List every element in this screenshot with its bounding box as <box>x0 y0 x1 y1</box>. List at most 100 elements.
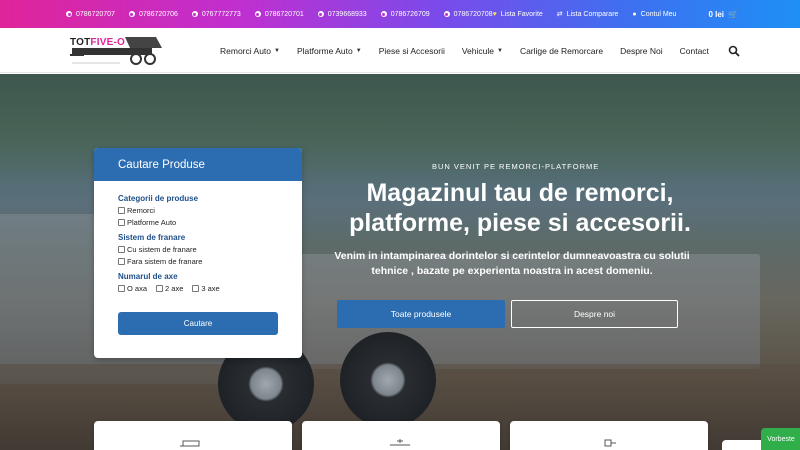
nav-contact[interactable]: Contact <box>680 46 709 56</box>
cart-icon: 🛒 <box>728 9 738 19</box>
compare-link[interactable]: ⇄ Lista Comparare <box>556 10 619 19</box>
checkbox[interactable] <box>192 285 200 292</box>
search-icon <box>728 45 740 57</box>
filter-option[interactable]: 2 axe <box>156 284 183 293</box>
all-products-button[interactable]: Toate produsele <box>337 300 505 328</box>
phone-icon <box>443 11 450 17</box>
option-label: 3 axe <box>201 284 220 293</box>
nav-platforme-auto[interactable]: Platforme Auto ▼ <box>297 46 362 56</box>
parts-icon <box>604 439 616 447</box>
filter-group-title: Numarul de axe <box>118 272 178 281</box>
phone-number: 0786720707 <box>76 10 115 18</box>
option-label: Platforme Auto <box>127 218 177 227</box>
option-label: O axa <box>127 284 148 293</box>
nav-label: Carlige de Remorcare <box>519 45 604 56</box>
nav-vehicule[interactable]: Vehicule ▼ <box>462 46 503 56</box>
filter-group-axe: Numarul de axe O axa 2 axe 3 axe <box>118 272 302 296</box>
nav-label: Remorci Auto <box>220 45 272 56</box>
axe-options: O axa 2 axe 3 axe <box>118 284 302 296</box>
phone-icon <box>380 11 387 17</box>
phone-icon <box>317 11 324 17</box>
compare-label: Lista Comparare <box>566 10 619 18</box>
phone-item[interactable]: 0786726709 <box>380 10 430 18</box>
site-logo[interactable]: TOTFIVE-O <box>70 34 166 68</box>
filter-group-title: Sistem de franare <box>118 233 186 242</box>
nav-label: Contact <box>679 45 709 56</box>
phone-item[interactable]: 0786720706 <box>128 10 178 18</box>
nav-label: Vehicule <box>461 45 494 56</box>
category-card[interactable] <box>302 421 500 450</box>
hero-kicker: BUN VENIT PE REMORCI-PLATFORME <box>432 162 600 171</box>
favorites-link[interactable]: ♥ Lista Favorite <box>493 11 543 18</box>
option-label: 2 axe <box>165 284 184 293</box>
about-us-button[interactable]: Despre noi <box>511 300 678 328</box>
phone-item[interactable]: 0767772773 <box>191 10 241 18</box>
phone-icon <box>254 11 261 17</box>
search-card-title: Cautare Produse <box>94 148 302 181</box>
cart-button[interactable]: 0 lei 🛒 <box>708 10 738 19</box>
nav-label: Platforme Auto <box>296 45 353 56</box>
category-card[interactable] <box>510 421 708 450</box>
site-header: TOTFIVE-O Remorci Auto ▼ Platforme Auto ▼ … <box>0 28 800 73</box>
phone-list: 0786720707 0786720706 0767772773 0786720… <box>66 0 507 28</box>
phone-icon <box>128 11 135 17</box>
filter-option[interactable]: Fara sistem de franare <box>118 257 302 266</box>
nav-carlige-remorcare[interactable]: Carlige de Remorcare <box>520 46 603 56</box>
filter-group-title: Categorii de produse <box>118 194 199 203</box>
phone-number: 0786720706 <box>138 10 178 18</box>
compare-icon: ⇄ <box>556 11 563 18</box>
favorites-label: Lista Favorite <box>500 10 543 18</box>
filter-option[interactable]: 3 axe <box>192 284 220 293</box>
trailer-logo-icon <box>70 37 162 65</box>
filter-option[interactable]: O axa <box>118 284 147 293</box>
filter-option[interactable]: Cu sistem de franare <box>118 245 302 254</box>
user-icon: ● <box>632 10 637 18</box>
chevron-down-icon: ▼ <box>355 47 362 54</box>
cart-total: 0 lei <box>708 9 725 19</box>
account-link[interactable]: ● Contul Meu <box>632 11 676 18</box>
chevron-down-icon: ▼ <box>496 47 503 54</box>
option-label: Fara sistem de franare <box>127 257 203 266</box>
filter-group-categorii: Categorii de produse Remorci Platforme A… <box>118 194 302 227</box>
platform-icon <box>390 439 410 446</box>
main-nav: Remorci Auto ▼ Platforme Auto ▼ Piese si A… <box>220 28 726 73</box>
option-label: Remorci <box>127 206 155 215</box>
account-links: ♥ Lista Favorite ⇄ Lista Comparare ● Contul… <box>493 0 800 28</box>
search-button[interactable] <box>728 44 740 57</box>
trailer-icon <box>180 440 200 447</box>
option-label: Cu sistem de franare <box>127 245 197 254</box>
checkbox[interactable] <box>156 285 164 292</box>
phone-item[interactable]: 0739668933 <box>317 10 367 18</box>
phone-number: 0767772773 <box>201 10 241 18</box>
chat-button[interactable]: Vorbeste <box>761 428 800 450</box>
phone-item[interactable]: 0786720708 <box>443 10 493 18</box>
phone-number: 0786720701 <box>264 10 304 18</box>
nav-label: Piese si Accesorii <box>378 45 445 56</box>
nav-remorci-auto[interactable]: Remorci Auto ▼ <box>220 46 280 56</box>
checkbox[interactable] <box>118 258 125 265</box>
phone-item[interactable]: 0786720707 <box>66 11 115 18</box>
checkbox[interactable] <box>118 207 125 214</box>
filter-option[interactable]: Remorci <box>118 206 302 215</box>
checkbox[interactable] <box>118 246 125 253</box>
product-search-card: Cautare Produse Categorii de produse Rem… <box>94 148 302 358</box>
chevron-down-icon: ▼ <box>274 47 280 54</box>
nav-label: Despre Noi <box>620 45 663 56</box>
phone-number: 0786720708 <box>453 10 493 18</box>
search-submit-button[interactable]: Cautare <box>118 312 278 335</box>
phone-number: 0786726709 <box>390 10 430 18</box>
checkbox[interactable] <box>118 219 125 226</box>
phone-item[interactable]: 0786720701 <box>254 10 304 18</box>
nav-despre-noi[interactable]: Despre Noi <box>620 46 663 56</box>
phone-number: 0739668933 <box>327 10 367 18</box>
checkbox[interactable] <box>118 285 125 292</box>
heart-icon: ♥ <box>492 10 497 18</box>
filter-option[interactable]: Platforme Auto <box>118 218 302 227</box>
category-card[interactable] <box>94 421 292 450</box>
hero-subtitle: Venim in intampinarea dorintelor si ceri… <box>334 250 690 277</box>
cookie-tab[interactable] <box>722 440 762 450</box>
hero-section: Cautare Produse Categorii de produse Rem… <box>0 74 800 450</box>
hero-title: Magazinul tau de remorci, platforme, pie… <box>349 179 691 237</box>
filter-group-franare: Sistem de franare Cu sistem de franare F… <box>118 233 302 266</box>
nav-piese-accesorii[interactable]: Piese si Accesorii <box>379 46 445 56</box>
